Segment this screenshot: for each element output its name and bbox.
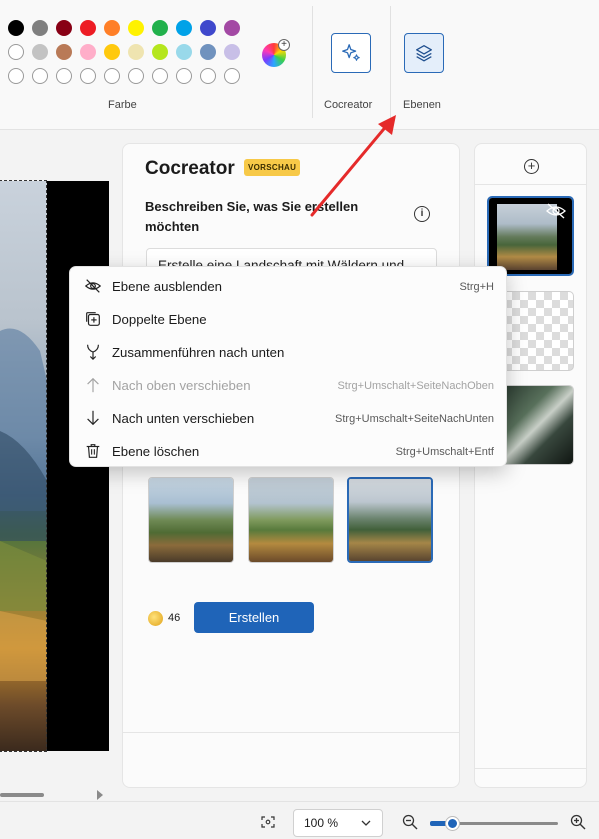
layers-group-label: Ebenen: [403, 99, 441, 111]
menu-item-hide-layer[interactable]: Ebene ausblenden Strg+H: [70, 270, 508, 303]
arrow-up-icon: [87, 377, 99, 393]
menu-item-move-up[interactable]: Nach oben verschieben Strg+Umschalt+Seit…: [70, 369, 508, 402]
layer-context-menu: Ebene ausblenden Strg+H Doppelte Ebene Z…: [69, 266, 507, 467]
menu-item-shortcut: Strg+Umschalt+SeiteNachUnten: [335, 413, 494, 425]
horizontal-scrollbar[interactable]: [0, 793, 44, 797]
generated-image-thumbnail[interactable]: [248, 477, 334, 563]
color-swatch[interactable]: [200, 20, 216, 36]
menu-item-delete-layer[interactable]: Ebene löschen Strg+Umschalt+Entf: [70, 435, 508, 468]
menu-item-label: Nach unten verschieben: [112, 411, 255, 426]
color-swatch[interactable]: [104, 44, 120, 60]
hidden-eye-icon[interactable]: [545, 202, 567, 220]
trash-icon: [86, 444, 100, 458]
scroll-right-icon[interactable]: [97, 790, 103, 800]
merge-down-icon: [87, 344, 99, 361]
custom-color-slot[interactable]: [152, 68, 168, 84]
generated-image-thumbnail-selected[interactable]: [347, 477, 433, 563]
ribbon: + Farbe Cocreator Ebenen: [0, 0, 599, 130]
add-layer-icon[interactable]: +: [524, 159, 539, 174]
preview-badge: VORSCHAU: [244, 159, 301, 176]
menu-item-shortcut: Strg+Umschalt+Entf: [395, 446, 494, 458]
menu-item-label: Ebene löschen: [112, 444, 200, 459]
color-swatch[interactable]: [224, 44, 240, 60]
layers-divider: [475, 768, 586, 769]
custom-color-slot[interactable]: [200, 68, 216, 84]
menu-item-label: Ebene ausblenden: [112, 279, 222, 294]
layers-divider: [475, 184, 586, 185]
menu-item-duplicate-layer[interactable]: Doppelte Ebene: [70, 303, 508, 336]
custom-color-slot[interactable]: [56, 68, 72, 84]
color-group-label: Farbe: [108, 99, 137, 111]
zoom-value: 100 %: [304, 816, 339, 830]
eye-hidden-icon: [84, 279, 102, 293]
custom-color-slot[interactable]: [8, 68, 24, 84]
generated-image-thumbnail[interactable]: [148, 477, 234, 563]
status-bar: 100 %: [0, 801, 599, 839]
color-swatch[interactable]: [8, 44, 24, 60]
color-swatch[interactable]: [152, 44, 168, 60]
color-swatch[interactable]: [128, 44, 144, 60]
zoom-slider-thumb[interactable]: [445, 817, 459, 830]
menu-item-move-down[interactable]: Nach unten verschieben Strg+Umschalt+Sei…: [70, 402, 508, 435]
layers-button[interactable]: [404, 33, 444, 73]
zoom-out-icon[interactable]: [402, 814, 418, 830]
color-swatch[interactable]: [8, 20, 24, 36]
color-swatch[interactable]: [32, 20, 48, 36]
color-swatch[interactable]: [56, 20, 72, 36]
color-swatch[interactable]: [80, 20, 96, 36]
ribbon-divider: [390, 6, 391, 118]
menu-item-shortcut: Strg+Umschalt+SeiteNachOben: [337, 380, 494, 392]
info-icon[interactable]: i: [414, 206, 430, 222]
menu-item-label: Doppelte Ebene: [112, 312, 207, 327]
zoom-in-icon[interactable]: [570, 814, 586, 830]
color-swatch[interactable]: [200, 44, 216, 60]
create-button[interactable]: Erstellen: [194, 602, 314, 633]
color-swatch[interactable]: [104, 20, 120, 36]
zoom-dropdown[interactable]: 100 %: [293, 809, 383, 837]
cocreator-group-label: Cocreator: [324, 99, 373, 111]
arrow-down-icon: [87, 410, 99, 426]
menu-item-shortcut: Strg+H: [459, 281, 494, 293]
sparkle-icon: [342, 44, 360, 61]
cocreator-button[interactable]: [331, 33, 371, 73]
ribbon-divider: [312, 6, 313, 118]
cocreator-title: Cocreator: [145, 158, 235, 179]
color-swatch[interactable]: [128, 20, 144, 36]
layer-thumbnail-selected[interactable]: [487, 196, 574, 276]
color-swatch[interactable]: [176, 20, 192, 36]
custom-color-slot[interactable]: [176, 68, 192, 84]
prompt-heading: Beschreiben Sie, was Sie erstellen möcht…: [145, 199, 359, 234]
credits-coin-icon: [148, 611, 163, 626]
credits-count: 46: [168, 612, 181, 624]
layers-icon: [416, 45, 432, 62]
custom-color-slot[interactable]: [104, 68, 120, 84]
custom-color-slot[interactable]: [80, 68, 96, 84]
fit-to-window-icon[interactable]: [261, 816, 275, 828]
color-swatch[interactable]: [152, 20, 168, 36]
custom-color-slot[interactable]: [128, 68, 144, 84]
selection-outline[interactable]: [0, 180, 47, 752]
color-swatch[interactable]: [80, 44, 96, 60]
footer-divider: [123, 732, 459, 733]
color-swatch[interactable]: [32, 44, 48, 60]
duplicate-icon: [86, 312, 100, 326]
color-swatch[interactable]: [56, 44, 72, 60]
menu-item-merge-down[interactable]: Zusammenführen nach unten: [70, 336, 508, 369]
menu-item-label: Nach oben verschieben: [112, 378, 251, 393]
chevron-down-icon: [361, 820, 371, 826]
color-swatch[interactable]: [176, 44, 192, 60]
menu-item-label: Zusammenführen nach unten: [112, 345, 285, 360]
custom-color-slot[interactable]: [32, 68, 48, 84]
color-swatch[interactable]: [224, 20, 240, 36]
custom-color-slot[interactable]: [224, 68, 240, 84]
edit-colors-icon[interactable]: +: [262, 39, 290, 67]
